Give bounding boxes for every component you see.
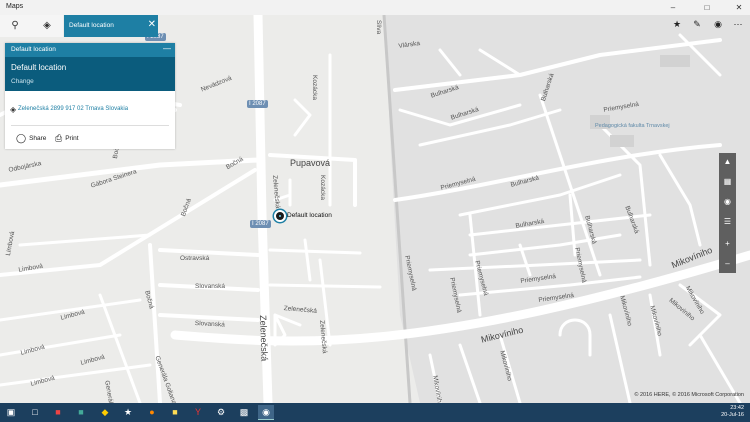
more-icon[interactable]: ⋯ (731, 19, 745, 33)
street-label: Kozácka (311, 75, 318, 100)
search-icon[interactable]: ⚲ (0, 15, 30, 37)
search-box[interactable]: Default location ✕ (64, 15, 158, 37)
street-label: Zelenečská (258, 315, 270, 362)
maximize-button[interactable]: □ (696, 0, 718, 15)
close-window-button[interactable]: ✕ (728, 0, 750, 15)
map-controls: ▲ ▦ ◉ ☰ + – (719, 153, 736, 273)
street-label: Ostravská (180, 255, 210, 262)
print-button[interactable]: ⎙ Print (55, 133, 79, 144)
street-label: Pupavová (290, 158, 331, 168)
share-label: Share (29, 135, 47, 142)
road-shield: I 2087 (250, 220, 271, 228)
card-title: Default location (11, 63, 67, 72)
favorites-icon[interactable]: ★ (670, 19, 684, 33)
zoom-out-icon[interactable]: – (719, 255, 736, 273)
location-marker[interactable] (274, 210, 286, 222)
road-shield: I 2087 (247, 100, 268, 108)
locate-icon[interactable]: ◉ (719, 193, 736, 211)
clock-date: 20-Jul-16 (721, 412, 744, 418)
taskbar-app-icon[interactable]: ◆ (97, 405, 113, 420)
change-link[interactable]: Change (11, 78, 169, 85)
card-header-title: Default location (11, 46, 56, 53)
traffic-icon[interactable]: ◉ (711, 19, 725, 33)
share-button[interactable]: ◯ Share (16, 133, 46, 144)
location-card: Default location — Default location Chan… (5, 43, 175, 149)
directions-diamond-icon: ◈ (10, 105, 17, 114)
3d-cities-icon[interactable]: ▦ (719, 173, 736, 191)
print-icon: ⎙ (55, 133, 63, 143)
clock-time: 23:42 (730, 405, 744, 411)
taskbar-app-icon[interactable]: Y (190, 405, 206, 420)
compass-icon[interactable]: ▲ (719, 153, 736, 171)
taskbar-app-icon[interactable]: ■ (50, 405, 66, 420)
address-link[interactable]: Zelenečská 2899 917 02 Trnava Slovakia (18, 106, 128, 112)
card-title-band: Default location Change (5, 57, 175, 91)
taskbar-maps-icon[interactable]: ◉ (258, 405, 274, 420)
zoom-in-icon[interactable]: + (719, 235, 736, 253)
taskbar-app-icon[interactable]: □ (27, 405, 43, 420)
taskbar-app-icon[interactable]: ● (144, 405, 160, 420)
directions-icon[interactable]: ◈ (32, 15, 62, 37)
print-label: Print (65, 135, 79, 142)
taskbar-app-icon[interactable]: ■ (167, 405, 183, 420)
close-icon[interactable]: ✕ (148, 19, 156, 30)
title-bar: Maps – □ ✕ (0, 0, 750, 15)
card-header: Default location — (5, 43, 175, 57)
layers-icon[interactable]: ☰ (719, 213, 736, 231)
taskbar-app-icon[interactable]: ■ (73, 405, 89, 420)
copyright-text: © 2016 HERE, © 2016 Microsoft Corporatio… (634, 392, 744, 398)
search-value: Default location (69, 22, 114, 29)
ink-icon[interactable]: ✎ (690, 19, 704, 33)
street-label: Sliva (375, 20, 382, 35)
window-title: Maps (6, 3, 24, 10)
street-label: Kozácka (319, 175, 326, 200)
taskbar-app-icon[interactable]: ⚙ (213, 405, 229, 420)
street-label: Slovanská (194, 320, 225, 329)
minimize-button[interactable]: – (662, 0, 684, 15)
taskbar: ▣ □ ■ ■ ◆ ★ ● ■ Y ⚙ ▩ ◉ 23:42 20-Jul-16 (0, 403, 750, 422)
street-label: Slovanská (195, 283, 225, 290)
taskbar-app-icon[interactable]: ★ (120, 405, 136, 420)
map-toolstrip: ⚲ ◈ (0, 15, 63, 37)
taskbar-app-icon[interactable]: ▩ (236, 405, 252, 420)
poi-label: Pedagogická fakulta Trnavskej (595, 123, 670, 129)
maps-app: Maps – □ ✕ Vlárska Nevädzová Bulharská B… (0, 0, 750, 422)
marker-label: Default location (287, 212, 332, 219)
divider (11, 125, 169, 126)
share-icon: ◯ (16, 133, 27, 143)
collapse-icon[interactable]: — (163, 44, 171, 53)
taskbar-clock[interactable]: 23:42 20-Jul-16 (721, 405, 744, 419)
start-icon[interactable]: ▣ (3, 405, 19, 420)
